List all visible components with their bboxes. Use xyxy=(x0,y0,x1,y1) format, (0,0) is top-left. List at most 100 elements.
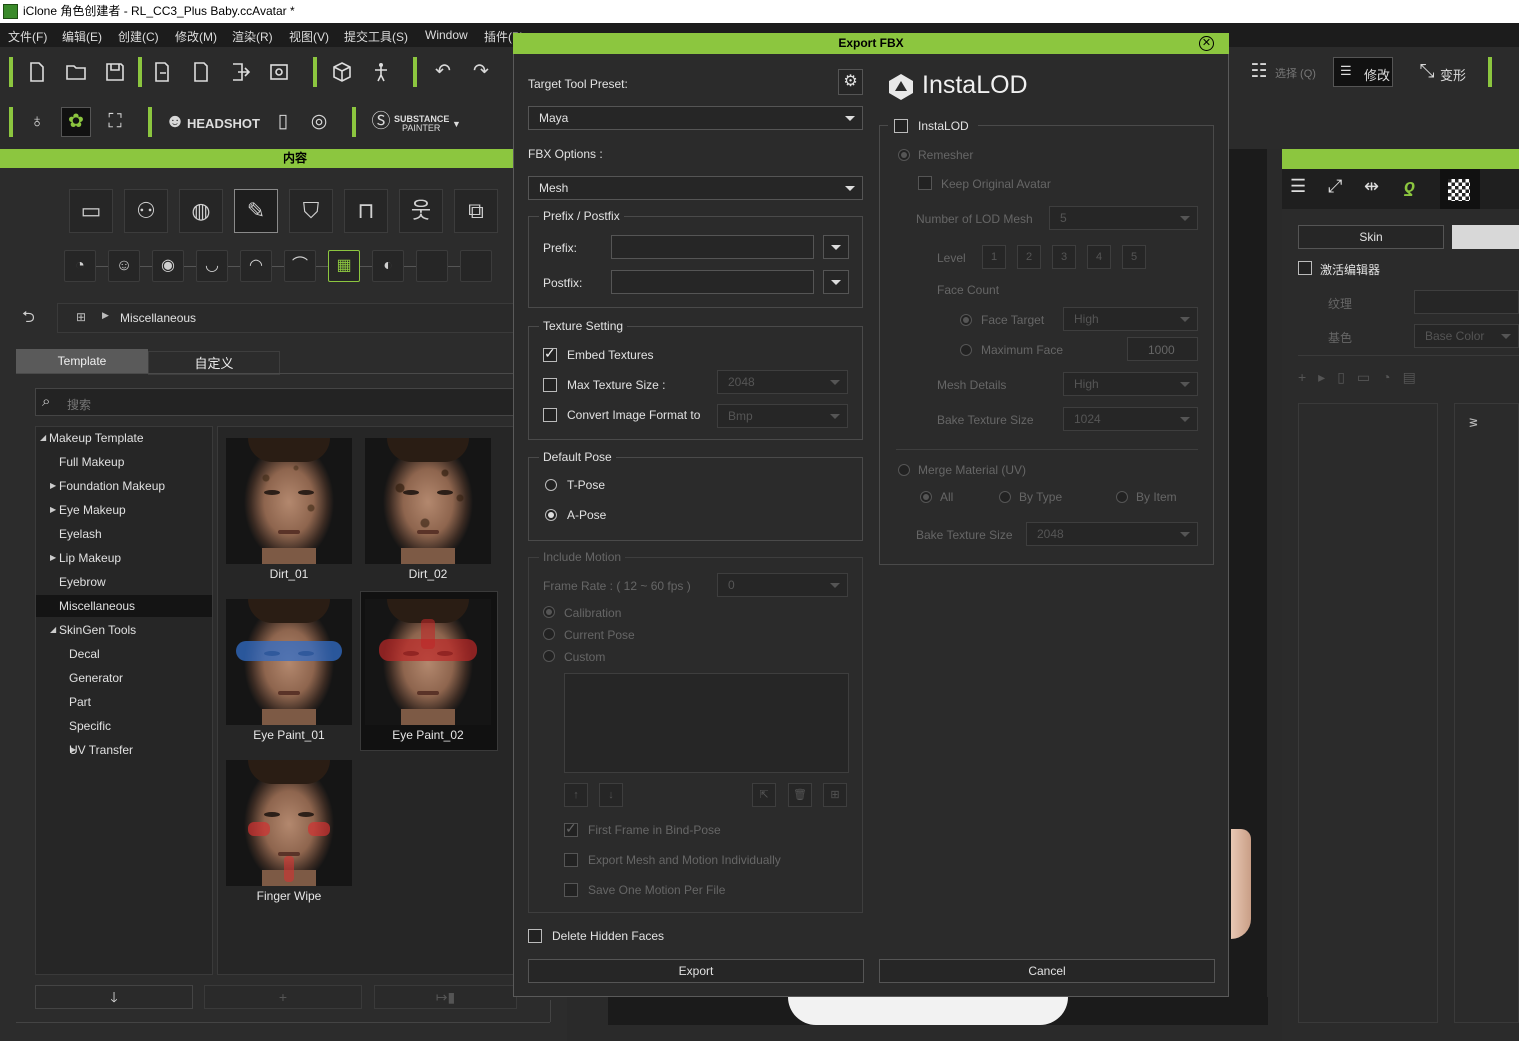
tree-expand-icon[interactable]: ▶ xyxy=(50,499,56,521)
tree-collapse-icon[interactable]: ◢ xyxy=(50,619,56,641)
tree-expand-icon[interactable]: ▶ xyxy=(50,475,56,497)
postfix-dropdown-button[interactable] xyxy=(823,270,849,294)
folder-category-icon[interactable]: ▭ xyxy=(69,189,113,233)
tree-item[interactable]: ▶ UV Transfer xyxy=(36,739,212,761)
template-thumbnail[interactable] xyxy=(365,438,491,564)
texture-action-icons[interactable]: +▸▯▭◔▤ xyxy=(1298,369,1519,395)
headshot-morph-icon[interactable]: ▯ xyxy=(268,107,298,137)
export-icon[interactable] xyxy=(225,57,255,87)
tree-item[interactable]: ◢ Makeup Template xyxy=(36,427,212,449)
base-color-dropdown[interactable]: Base Color xyxy=(1414,324,1519,348)
tree-item[interactable]: ▶ Foundation Makeup xyxy=(36,475,212,497)
menu-view[interactable]: 视图(V) xyxy=(289,28,329,45)
activate-editor-checkbox[interactable] xyxy=(1298,261,1312,275)
align-icon[interactable]: ⇹ xyxy=(1364,176,1379,197)
headshot-label[interactable]: HEADSHOT xyxy=(187,116,260,131)
tree-item[interactable]: Specific xyxy=(36,715,212,737)
export-individually-checkbox[interactable] xyxy=(564,853,578,867)
close-icon[interactable]: ✕ xyxy=(1199,36,1214,51)
frame-rate-spinbox[interactable]: 0 xyxy=(717,573,848,597)
motion-pose-icon[interactable]: ⤢ xyxy=(1328,176,1342,197)
fbx-options-dropdown[interactable]: Mesh xyxy=(528,176,863,200)
makeup-category-icon[interactable]: ✎ xyxy=(234,189,278,233)
tab-skin[interactable]: Skin xyxy=(1298,225,1444,249)
level-3-button[interactable]: 3 xyxy=(1052,245,1076,269)
eyebrow-icon[interactable]: ⌒ xyxy=(284,250,316,282)
apply-button[interactable]: ↦▮ xyxy=(374,985,517,1009)
template-thumbnail[interactable] xyxy=(365,599,491,725)
instalod-checkbox[interactable] xyxy=(894,119,908,133)
maximum-face-spinbox[interactable]: 1000 xyxy=(1127,337,1198,361)
t-pose-radio[interactable] xyxy=(545,479,557,491)
tab-custom[interactable]: 自定义 xyxy=(148,351,280,375)
merge-material-radio[interactable] xyxy=(898,464,910,476)
morph-icon[interactable]: ⤡ xyxy=(1412,57,1442,87)
cloth-category-icon[interactable]: ⛉ xyxy=(289,189,333,233)
search-input[interactable]: ⌕ 搜索 xyxy=(35,388,515,416)
menu-render[interactable]: 渲染(R) xyxy=(232,28,273,45)
face-target-dropdown[interactable]: High xyxy=(1063,307,1198,331)
convert-format-dropdown[interactable]: Bmp xyxy=(717,404,848,428)
motion-list[interactable] xyxy=(564,673,849,773)
face-icon[interactable]: ☺ xyxy=(108,250,140,282)
add-motion-icon[interactable]: ⊞ xyxy=(823,783,847,807)
current-pose-radio[interactable] xyxy=(543,628,555,640)
menu-file[interactable]: 文件(F) xyxy=(8,28,47,45)
menu-pipeline[interactable]: 提交工具(S) xyxy=(344,28,408,45)
delete-motion-icon[interactable]: 🗑 xyxy=(788,783,812,807)
template-thumbnail[interactable] xyxy=(226,760,352,886)
level-5-button[interactable]: 5 xyxy=(1122,245,1146,269)
remesher-radio[interactable] xyxy=(898,149,910,161)
save-one-motion-checkbox[interactable] xyxy=(564,883,578,897)
merge-by-type-radio[interactable] xyxy=(999,491,1011,503)
substance-dropdown-icon[interactable]: ▼ xyxy=(452,119,461,129)
save-icon[interactable] xyxy=(100,57,130,87)
texture-tab[interactable] xyxy=(1440,169,1480,209)
tab-template[interactable]: Template xyxy=(16,349,148,373)
empty-slot-icon[interactable] xyxy=(416,250,448,282)
add-button[interactable]: + xyxy=(204,985,362,1009)
prefix-input[interactable] xyxy=(611,235,814,259)
cubes-icon[interactable]: ⛶ xyxy=(100,107,130,137)
tree-item[interactable]: ▶ Eye Makeup xyxy=(36,499,212,521)
channel-icon[interactable]: ᕒ xyxy=(1469,416,1478,430)
menu-create[interactable]: 创建(C) xyxy=(118,28,159,45)
eyelash-icon[interactable]: ◡ xyxy=(196,250,228,282)
makeup-breadcrumb-icon[interactable]: ⊞ xyxy=(76,310,86,324)
menu-edit[interactable]: 编辑(E) xyxy=(62,28,102,45)
substance-painter-icon[interactable]: Ⓢ xyxy=(366,107,396,137)
level-4-button[interactable]: 4 xyxy=(1087,245,1111,269)
tab-next[interactable] xyxy=(1452,225,1519,249)
cancel-button[interactable]: Cancel xyxy=(879,959,1215,983)
merge-all-radio[interactable] xyxy=(920,491,932,503)
max-texture-size-checkbox[interactable] xyxy=(543,378,557,392)
viewport[interactable] xyxy=(1229,149,1267,1025)
export-button[interactable]: Export xyxy=(528,959,864,983)
new-file-icon[interactable] xyxy=(22,57,52,87)
gear-icon[interactable]: ⚙ xyxy=(838,69,863,95)
custom-radio[interactable] xyxy=(543,650,555,662)
bake-texture-size-dropdown[interactable]: 1024 xyxy=(1063,407,1198,431)
back-icon[interactable]: ⮌ xyxy=(22,306,35,333)
a-pose-radio[interactable] xyxy=(545,509,557,521)
tree-item[interactable]: Decal xyxy=(36,643,212,665)
pose-icon[interactable] xyxy=(366,57,396,87)
level-2-button[interactable]: 2 xyxy=(1017,245,1041,269)
scene-category-icon[interactable]: ⧉ xyxy=(454,189,498,233)
miscellaneous-icon[interactable]: ▦ xyxy=(328,250,360,282)
max-texture-size-dropdown[interactable]: 2048 xyxy=(717,370,848,394)
postfix-input[interactable] xyxy=(611,270,814,294)
redo-icon[interactable]: ↷ xyxy=(466,57,496,87)
num-lod-dropdown[interactable]: 5 xyxy=(1049,206,1198,230)
head-search-icon[interactable]: ◔ xyxy=(64,250,96,282)
open-folder-icon[interactable] xyxy=(61,57,91,87)
headshot-icon[interactable]: ☻ xyxy=(160,107,190,137)
undo-icon[interactable]: ↶ xyxy=(428,57,458,87)
body-category-icon[interactable]: ⚇ xyxy=(124,189,168,233)
tree-item[interactable]: Full Makeup xyxy=(36,451,212,473)
prefix-dropdown-button[interactable] xyxy=(823,235,849,259)
keep-original-checkbox[interactable] xyxy=(918,176,932,190)
tree-item[interactable]: Generator xyxy=(36,667,212,689)
move-up-icon[interactable]: ↑ xyxy=(564,783,588,807)
embed-textures-checkbox[interactable] xyxy=(543,345,557,362)
